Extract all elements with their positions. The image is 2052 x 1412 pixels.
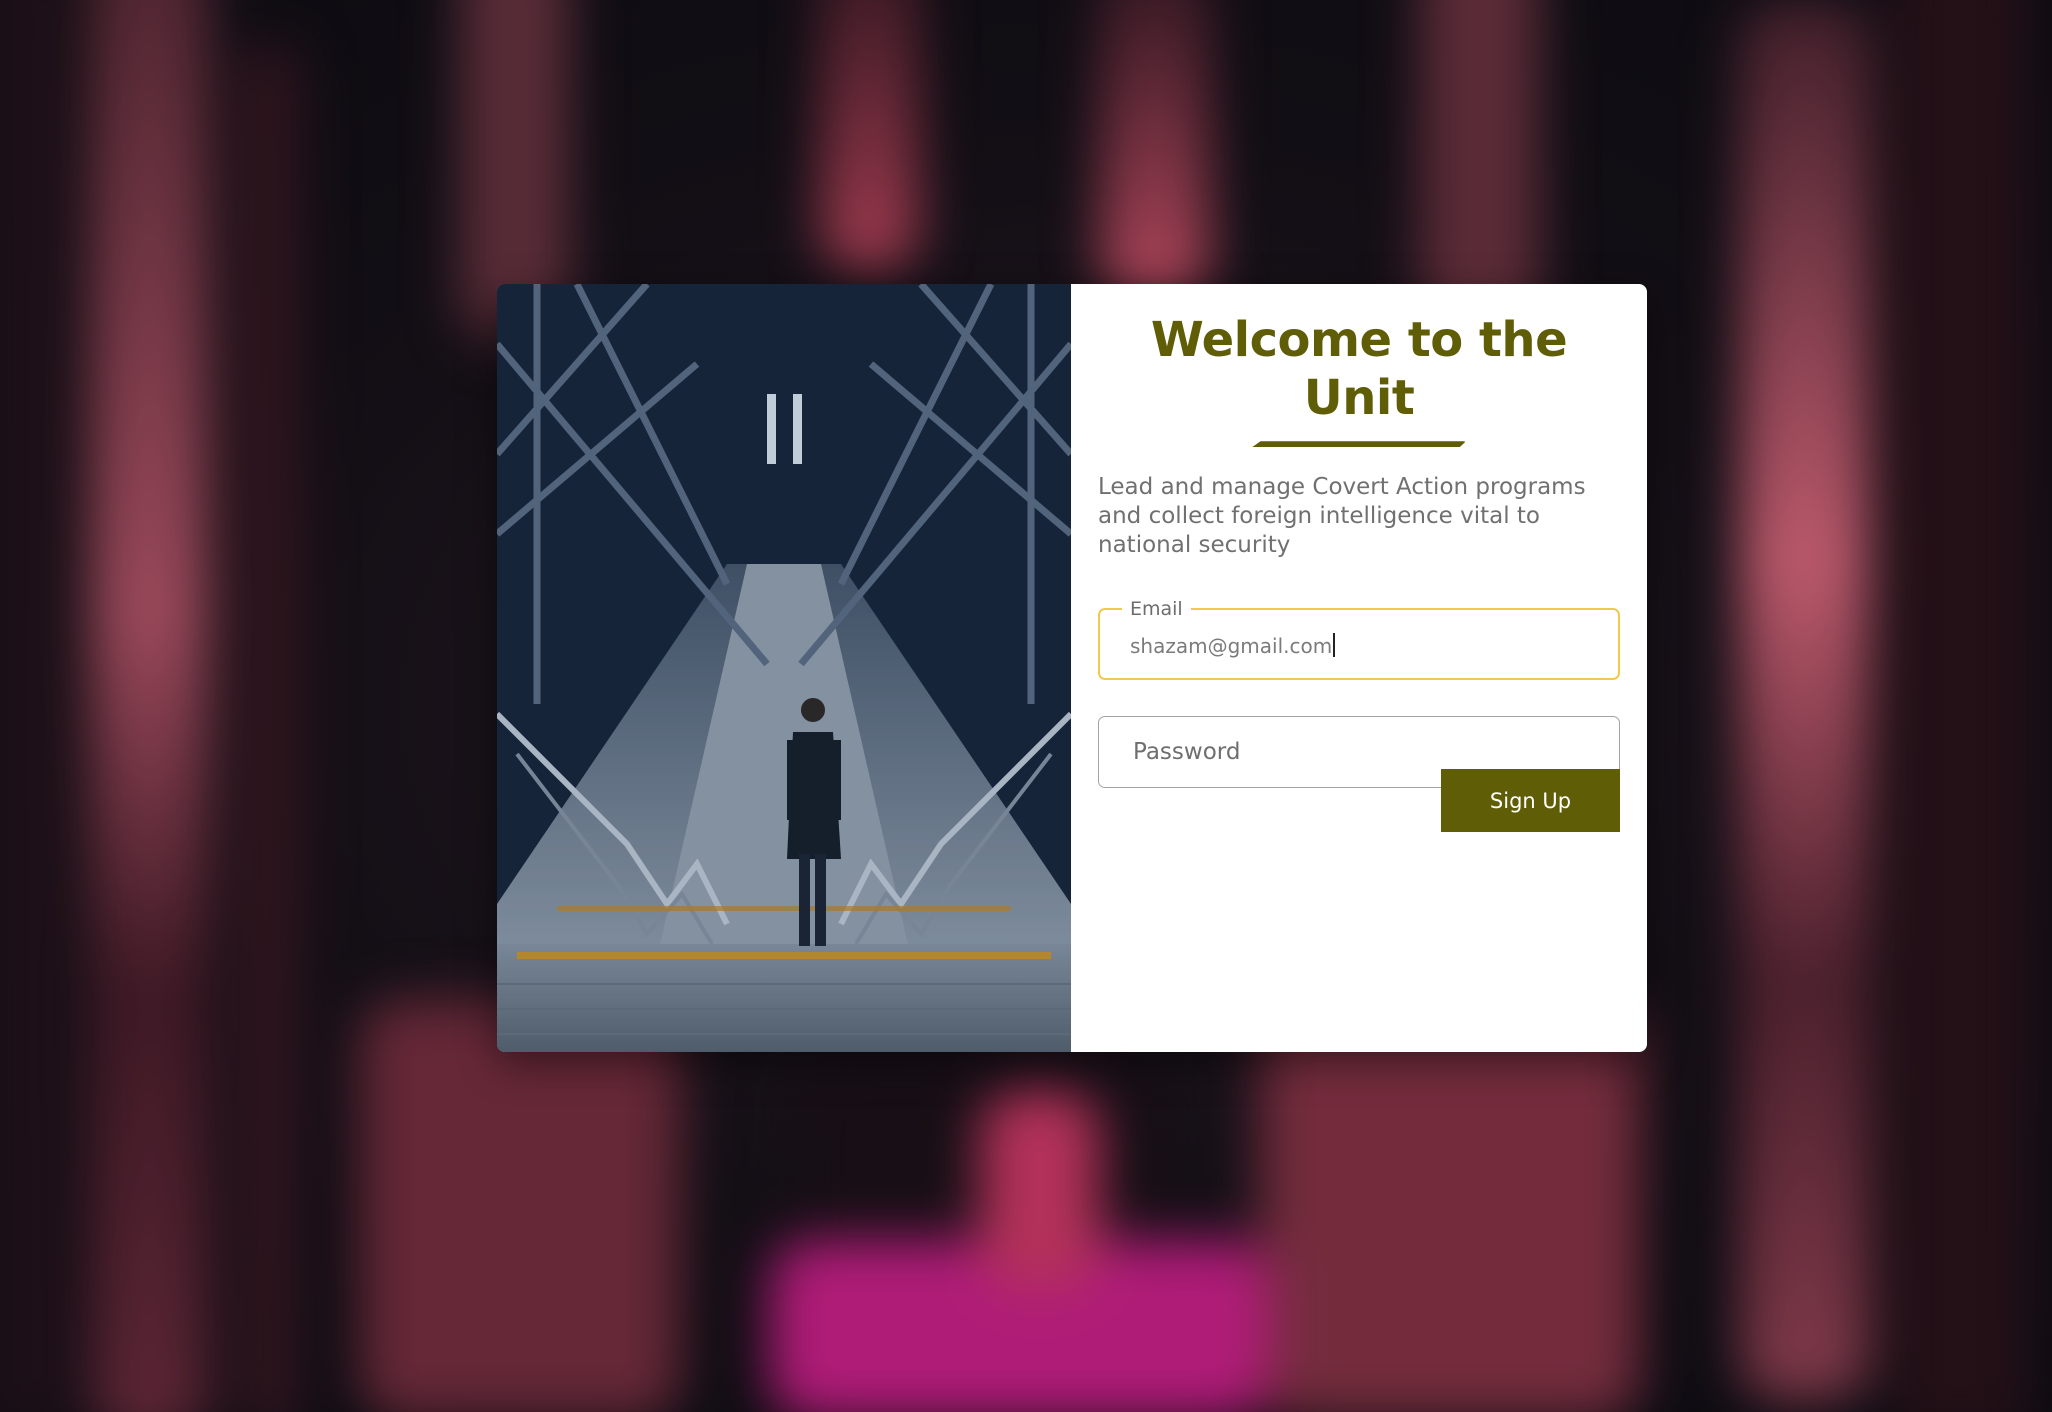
side-photo [497,284,1071,1052]
email-label: Email [1122,597,1191,622]
sign-up-button[interactable]: Sign Up [1441,769,1620,832]
email-field[interactable]: Email shazam@gmail.com [1098,597,1620,681]
signup-form: Welcome to the Unit Lead and manage Cove… [1071,284,1647,1052]
email-input[interactable]: shazam@gmail.com [1130,632,1336,660]
page-title: Welcome to the Unit [1150,312,1568,426]
password-placeholder: Password [1133,739,1241,766]
title-underline [1252,441,1466,448]
escalator-illustration [497,284,1071,1052]
text-caret [1333,633,1336,658]
login-card: Welcome to the Unit Lead and manage Cove… [497,284,1647,1052]
email-value: shazam@gmail.com [1130,634,1333,659]
page-subtitle: Lead and manage Covert Action programs a… [1098,474,1586,559]
